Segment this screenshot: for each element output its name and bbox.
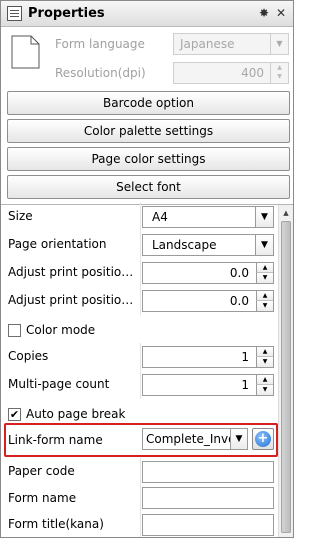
adjust-print-position-value: 0.0 [229, 266, 249, 280]
adjust-print-position-label: Adjust print position ... [8, 265, 140, 279]
adjust-print-position-spinner[interactable]: 0.0 ▲ ▼ [142, 290, 274, 312]
vertical-scrollbar[interactable]: ▲ [278, 205, 293, 537]
resolution-spinner: 400 ▲ ▼ [173, 62, 289, 84]
row-page-orientation: Page orientation Landscape ▼ [1, 231, 277, 259]
copies-spinner[interactable]: 1 ▲ ▼ [142, 346, 274, 368]
close-icon[interactable]: ✕ [274, 6, 288, 20]
paper-code-label: Paper code [8, 464, 75, 478]
select-font-button[interactable]: Select font [7, 175, 290, 199]
row-form-title-kana: Form title(kana) [1, 511, 277, 537]
form-language-select: Japanese ▼ [173, 33, 289, 55]
spin-up-icon[interactable]: ▲ [256, 291, 273, 301]
spinner-arrows-icon: ▲ ▼ [270, 63, 288, 83]
color-mode-label: Color mode [26, 323, 96, 337]
chevron-down-icon[interactable]: ▼ [255, 207, 273, 227]
row-auto-page-break: ✔ Auto page break [1, 401, 277, 429]
scrollbar-thumb[interactable] [281, 221, 291, 533]
spin-down-icon[interactable]: ▼ [256, 357, 273, 367]
color-palette-settings-button[interactable]: Color palette settings [7, 119, 290, 143]
auto-page-break-checkbox[interactable]: ✔ [8, 408, 21, 421]
panel-title: Properties [28, 6, 105, 21]
adjust-print-position-spinner[interactable]: 0.0 ▲ ▼ [142, 262, 274, 284]
multi-page-count-label: Multi-page count [8, 377, 110, 391]
pin-icon[interactable]: ✸ [257, 6, 271, 20]
multi-page-count-value: 1 [241, 378, 249, 392]
scroll-up-icon[interactable]: ▲ [279, 205, 293, 221]
row-size: Size A4 ▼ [1, 203, 277, 231]
spin-down-icon[interactable]: ▼ [256, 301, 273, 311]
row-adjust-print-position-2: Adjust print position ... 0.0 ▲ ▼ [1, 287, 277, 315]
row-multi-page-count: Multi-page count 1 ▲ ▼ [1, 371, 277, 399]
auto-page-break-label: Auto page break [26, 407, 126, 421]
size-select[interactable]: A4 ▼ [142, 206, 274, 228]
paper-code-input[interactable] [142, 461, 274, 483]
spin-down-icon[interactable]: ▼ [256, 385, 273, 395]
adjust-print-position-value: 0.0 [229, 294, 249, 308]
properties-panel: Properties ✸ ✕ Form language Japanese ▼ … [0, 0, 294, 538]
spin-up-icon[interactable]: ▲ [256, 347, 273, 357]
adjust-print-position-label: Adjust print position ... [8, 293, 140, 307]
row-adjust-print-position-1: Adjust print position ... 0.0 ▲ ▼ [1, 259, 277, 287]
resolution-label: Resolution(dpi) [55, 66, 146, 80]
title-bar: Properties ✸ ✕ [1, 1, 293, 27]
chevron-down-icon[interactable]: ▼ [255, 235, 273, 255]
form-name-label: Form name [8, 491, 77, 505]
chevron-down-icon: ▼ [270, 34, 288, 54]
spin-up-icon[interactable]: ▲ [256, 375, 273, 385]
copies-label: Copies [8, 349, 49, 363]
size-label: Size [8, 209, 33, 223]
copies-value: 1 [241, 350, 249, 364]
add-icon: + [255, 431, 271, 447]
row-color-mode: Color mode [1, 317, 277, 345]
page-color-settings-button[interactable]: Page color settings [7, 147, 290, 171]
spin-up-icon[interactable]: ▲ [256, 263, 273, 273]
chevron-down-icon[interactable]: ▼ [230, 429, 247, 449]
add-link-form-button[interactable]: + [252, 428, 274, 450]
form-language-label: Form language [55, 37, 145, 51]
document-icon [11, 35, 40, 69]
multi-page-count-spinner[interactable]: 1 ▲ ▼ [142, 374, 274, 396]
row-copies: Copies 1 ▲ ▼ [1, 343, 277, 371]
page-orientation-label: Page orientation [8, 237, 107, 251]
color-mode-checkbox[interactable] [8, 324, 21, 337]
row-form-name: Form name [1, 485, 277, 513]
link-form-name-select[interactable]: Complete_Invoice ▼ [142, 428, 248, 450]
spin-down-icon[interactable]: ▼ [256, 273, 273, 283]
barcode-option-button[interactable]: Barcode option [7, 91, 290, 115]
row-paper-code: Paper code [1, 458, 277, 486]
link-form-name-label: Link-form name [8, 433, 103, 447]
size-value: A4 [152, 210, 168, 224]
page-orientation-value: Landscape [152, 238, 217, 252]
form-name-input[interactable] [142, 487, 274, 509]
resolution-value: 400 [241, 66, 264, 80]
page-orientation-select[interactable]: Landscape ▼ [142, 234, 274, 256]
form-title-kana-input[interactable] [142, 514, 274, 536]
form-language-value: Japanese [180, 37, 235, 51]
form-title-kana-label: Form title(kana) [8, 517, 104, 531]
properties-icon [7, 6, 22, 21]
